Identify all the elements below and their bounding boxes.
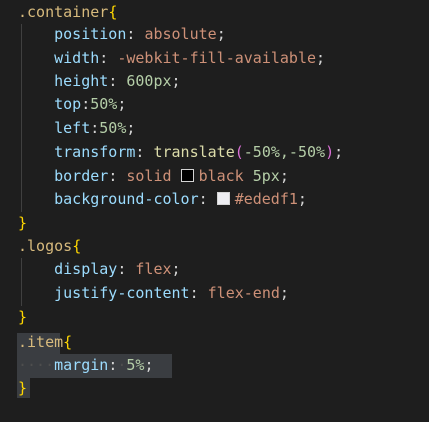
color-swatch[interactable]: [216, 192, 230, 205]
css-property: position: [54, 25, 127, 43]
css-property: display: [54, 260, 118, 278]
code-line: transform: translate(-50%,-50%);: [54, 143, 344, 161]
code-line: }: [18, 211, 27, 235]
css-selector: .item: [18, 333, 64, 351]
css-value: black: [198, 167, 244, 185]
css-property: border: [54, 167, 109, 185]
code-line: .logos{: [18, 234, 81, 258]
css-value: absolute: [144, 25, 217, 43]
css-function: translate: [153, 143, 235, 161]
css-function-args: -50%,-50%: [243, 143, 326, 161]
code-line: height: 600px;: [54, 72, 181, 90]
code-line: .container{: [18, 0, 117, 24]
css-value: 5%: [126, 356, 145, 374]
css-value: flex-end: [207, 284, 280, 302]
close-brace: }: [18, 308, 28, 326]
css-property: width: [54, 49, 100, 67]
css-value: flex: [135, 260, 172, 278]
css-value: 50%: [90, 95, 118, 113]
code-line: .item{: [18, 330, 72, 354]
code-line: border: solid black 5px;: [54, 167, 289, 185]
whitespace-markers: ····: [18, 356, 55, 374]
close-brace: }: [18, 214, 28, 232]
css-value: -webkit-fill-available: [117, 49, 317, 67]
code-line: background-color: #ededf1;: [54, 190, 307, 208]
css-value: #ededf1: [234, 190, 298, 208]
close-brace: }: [18, 379, 28, 397]
open-brace: {: [108, 3, 118, 21]
css-value: 5px: [252, 167, 280, 185]
css-property: height: [54, 72, 109, 90]
code-line: ····margin:·5%;: [18, 356, 154, 374]
css-property: background-color: [54, 190, 199, 208]
code-line: }: [18, 376, 27, 400]
css-property: justify-content: [54, 284, 190, 302]
code-line: position: absolute;: [54, 25, 226, 43]
code-line: justify-content: flex-end;: [54, 284, 289, 302]
css-value: solid: [126, 167, 172, 185]
css-value: 50%: [99, 119, 127, 137]
css-selector: .container: [18, 3, 109, 21]
css-selector: .logos: [18, 237, 73, 255]
code-line: left:50%;: [54, 119, 136, 137]
css-property: margin: [54, 356, 109, 374]
css-property: transform: [54, 143, 136, 161]
code-line: }: [18, 305, 27, 329]
code-editor[interactable]: .container{ position: absolute; width: -…: [0, 0, 429, 422]
color-swatch[interactable]: [180, 169, 194, 182]
css-value: 600px: [126, 72, 172, 90]
code-line: display: flex;: [54, 260, 181, 278]
open-brace: {: [72, 237, 82, 255]
css-property: left: [54, 119, 91, 137]
css-property: top: [54, 95, 82, 113]
open-brace: {: [63, 333, 73, 351]
code-line: width: -webkit-fill-available;: [54, 49, 326, 67]
code-line: top:50%;: [54, 95, 127, 113]
